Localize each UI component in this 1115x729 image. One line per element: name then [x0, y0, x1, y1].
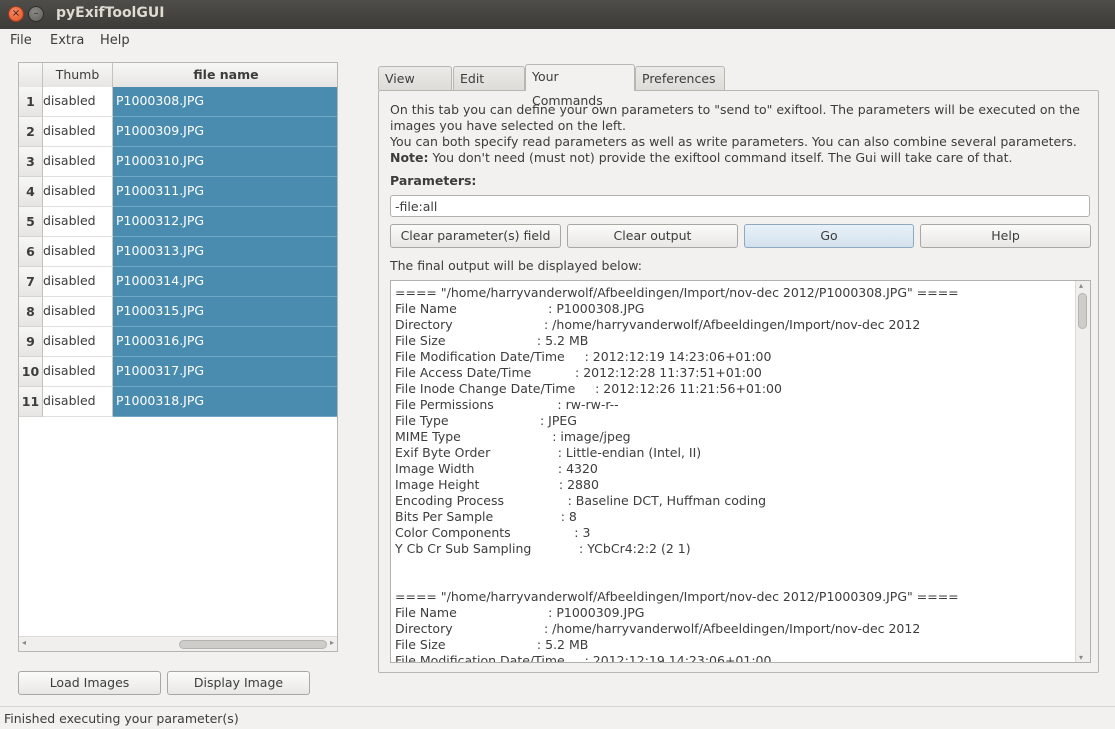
table-row[interactable]: 10 disabled P1000317.JPG: [19, 357, 337, 387]
output-text: ==== "/home/harryvanderwolf/Afbeeldingen…: [395, 285, 959, 663]
go-button[interactable]: Go: [744, 224, 914, 248]
thumb-cell[interactable]: disabled: [43, 87, 113, 117]
menu-file[interactable]: File: [10, 33, 32, 48]
table-row[interactable]: 11 disabled P1000318.JPG: [19, 387, 337, 417]
status-message: Finished executing your parameter(s): [4, 711, 239, 726]
row-number[interactable]: 2: [19, 117, 43, 147]
scroll-down-icon[interactable]: ▾: [1079, 653, 1083, 662]
table-row[interactable]: 3 disabled P1000310.JPG: [19, 147, 337, 177]
status-bar: Finished executing your parameter(s): [0, 706, 1115, 729]
row-number[interactable]: 3: [19, 147, 43, 177]
display-image-button[interactable]: Display Image: [167, 671, 310, 695]
filename-cell[interactable]: P1000314.JPG: [113, 267, 337, 297]
table-row[interactable]: 9 disabled P1000316.JPG: [19, 327, 337, 357]
note-label: Note:: [390, 150, 429, 165]
table-row[interactable]: 8 disabled P1000315.JPG: [19, 297, 337, 327]
thumb-cell[interactable]: disabled: [43, 207, 113, 237]
title-bar: × – pyExifToolGUI: [0, 0, 1115, 29]
thumb-cell[interactable]: disabled: [43, 147, 113, 177]
filename-cell[interactable]: P1000317.JPG: [113, 357, 337, 387]
filename-cell[interactable]: P1000315.JPG: [113, 297, 337, 327]
thumb-cell[interactable]: disabled: [43, 177, 113, 207]
horizontal-scrollbar[interactable]: ◂ ▸: [19, 636, 337, 651]
parameters-input[interactable]: [390, 195, 1090, 217]
vertical-scroll-thumb[interactable]: [1078, 293, 1087, 329]
row-number[interactable]: 10: [19, 357, 43, 387]
table-row[interactable]: 1 disabled P1000308.JPG: [19, 87, 337, 117]
clear-output-button[interactable]: Clear output: [567, 224, 738, 248]
your-commands-panel: On this tab you can define your own para…: [378, 90, 1099, 673]
scroll-left-icon[interactable]: ◂: [22, 638, 26, 647]
tab-edit-data[interactable]: Edit Data: [453, 66, 525, 110]
column-header-thumb[interactable]: Thumb: [43, 63, 113, 87]
close-window-icon[interactable]: ×: [8, 6, 24, 22]
row-number[interactable]: 11: [19, 387, 43, 417]
thumb-cell[interactable]: disabled: [43, 117, 113, 147]
filename-cell[interactable]: P1000309.JPG: [113, 117, 337, 147]
thumb-cell[interactable]: disabled: [43, 297, 113, 327]
row-number[interactable]: 5: [19, 207, 43, 237]
thumb-cell[interactable]: disabled: [43, 327, 113, 357]
vertical-scrollbar[interactable]: ▴ ▾: [1075, 281, 1090, 662]
filename-cell[interactable]: P1000310.JPG: [113, 147, 337, 177]
row-number[interactable]: 8: [19, 297, 43, 327]
menu-help[interactable]: Help: [100, 33, 130, 48]
output-label: The final output will be displayed below…: [390, 258, 643, 273]
minimize-window-icon[interactable]: –: [28, 6, 44, 22]
menu-bar: File Extra Help: [0, 29, 1115, 53]
thumb-cell[interactable]: disabled: [43, 267, 113, 297]
filename-cell[interactable]: P1000316.JPG: [113, 327, 337, 357]
table-header: Thumb file name: [19, 63, 337, 88]
horizontal-scroll-thumb[interactable]: [179, 640, 327, 649]
filename-cell[interactable]: P1000318.JPG: [113, 387, 337, 417]
window-title: pyExifToolGUI: [56, 5, 165, 21]
corner-header[interactable]: [19, 63, 43, 87]
tab-preferences[interactable]: Preferences: [635, 66, 725, 90]
commands-description: On this tab you can define your own para…: [390, 102, 1090, 166]
table-row[interactable]: 7 disabled P1000314.JPG: [19, 267, 337, 297]
scroll-right-icon[interactable]: ▸: [330, 638, 334, 647]
table-row[interactable]: 4 disabled P1000311.JPG: [19, 177, 337, 207]
filename-cell[interactable]: P1000311.JPG: [113, 177, 337, 207]
row-number[interactable]: 7: [19, 267, 43, 297]
load-images-button[interactable]: Load Images: [18, 671, 161, 695]
parameters-label: Parameters:: [390, 173, 477, 188]
filename-cell[interactable]: P1000313.JPG: [113, 237, 337, 267]
thumb-cell[interactable]: disabled: [43, 387, 113, 417]
image-table[interactable]: Thumb file name 1 disabled P1000308.JPG 2 di…: [18, 62, 338, 652]
filename-cell[interactable]: P1000312.JPG: [113, 207, 337, 237]
row-number[interactable]: 9: [19, 327, 43, 357]
tab-your-commands[interactable]: Your Commands: [525, 64, 635, 108]
thumb-cell[interactable]: disabled: [43, 357, 113, 387]
help-button[interactable]: Help: [920, 224, 1091, 248]
row-number[interactable]: 4: [19, 177, 43, 207]
row-number[interactable]: 1: [19, 87, 43, 117]
row-number[interactable]: 6: [19, 237, 43, 267]
thumb-cell[interactable]: disabled: [43, 237, 113, 267]
description-line-2: You can both specify read parameters as …: [390, 134, 1077, 149]
filename-cell[interactable]: P1000308.JPG: [113, 87, 337, 117]
table-row[interactable]: 6 disabled P1000313.JPG: [19, 237, 337, 267]
clear-parameters-button[interactable]: Clear parameter(s) field: [390, 224, 561, 248]
description-line-1: On this tab you can define your own para…: [390, 102, 1080, 133]
table-row[interactable]: 5 disabled P1000312.JPG: [19, 207, 337, 237]
table-row[interactable]: 2 disabled P1000309.JPG: [19, 117, 337, 147]
description-line-3: You don't need (must not) provide the ex…: [432, 150, 1013, 165]
scroll-up-icon[interactable]: ▴: [1079, 281, 1083, 290]
tab-view-data[interactable]: View Data: [378, 66, 452, 110]
output-area[interactable]: ==== "/home/harryvanderwolf/Afbeeldingen…: [390, 280, 1091, 663]
column-header-filename[interactable]: file name: [113, 63, 337, 87]
menu-extra[interactable]: Extra: [50, 33, 84, 48]
